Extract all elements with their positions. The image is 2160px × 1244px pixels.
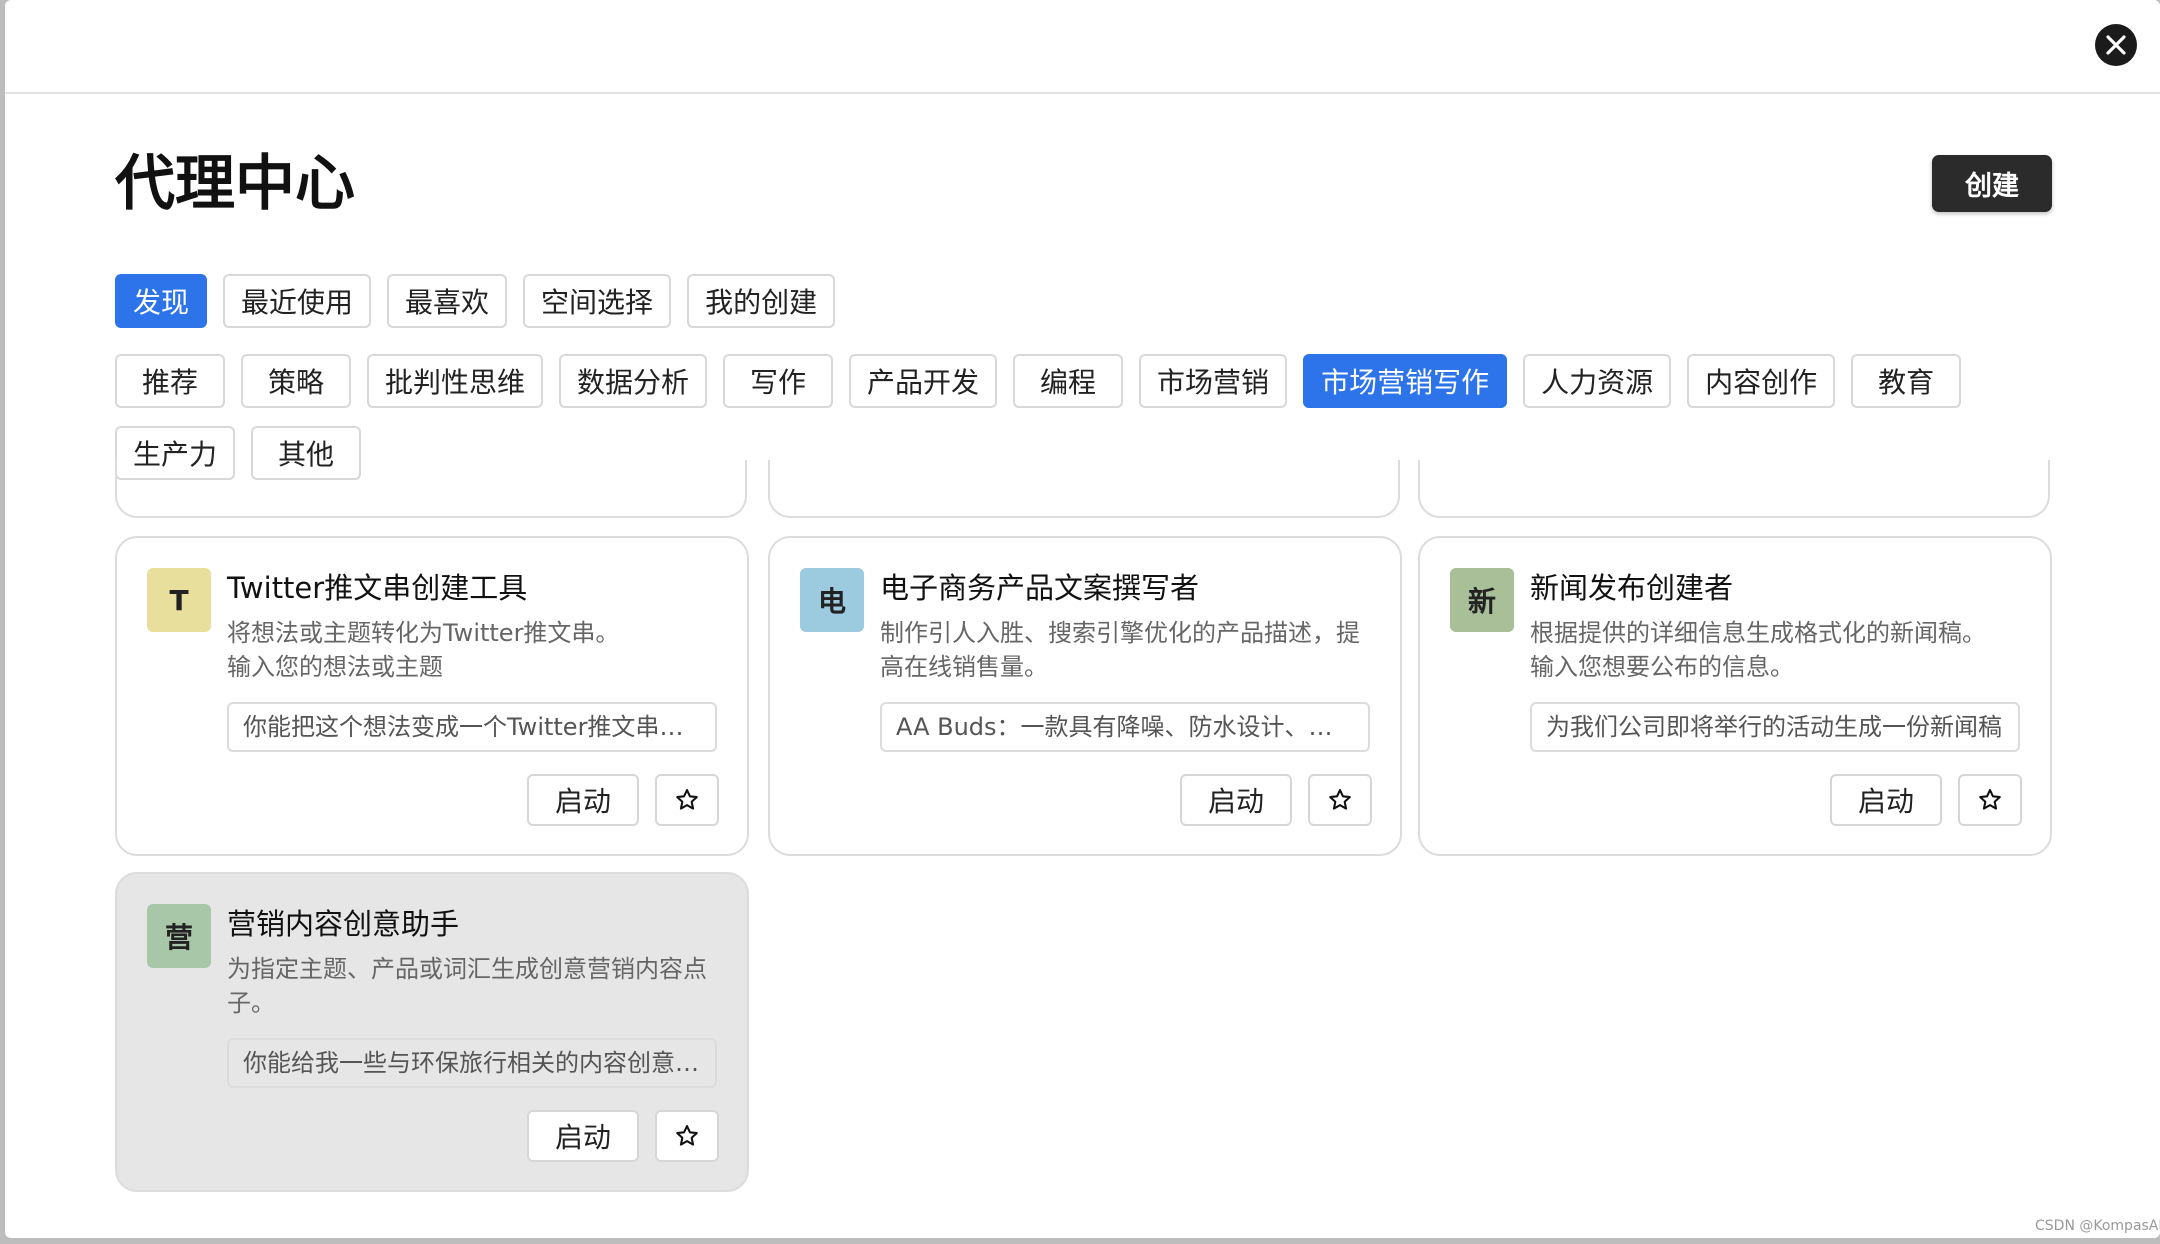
tab-2[interactable]: 最喜欢 <box>387 274 508 328</box>
agent-description-line: 制作引人入胜、搜索引擎优化的产品描述，提高在线销售量。 <box>880 619 1360 681</box>
agent-description: 根据提供的详细信息生成格式化的新闻稿。 输入您想要公布的信息。 <box>1530 616 2020 684</box>
agent-description-line: 根据提供的详细信息生成格式化的新闻稿。 <box>1530 619 1986 647</box>
category-chip-1[interactable]: 策略 <box>241 354 351 408</box>
close-icon <box>2106 35 2126 55</box>
example-prompt[interactable]: AA Buds：一款具有降噪、防水设计、高音质的无线耳机 <box>880 702 1370 752</box>
launch-button[interactable]: 启动 <box>527 1110 639 1162</box>
tab-1[interactable]: 最近使用 <box>223 274 372 328</box>
favorite-button[interactable] <box>1308 774 1372 826</box>
star-outline-icon <box>676 1125 698 1146</box>
star-outline-icon <box>1979 789 2001 810</box>
tab-0[interactable]: 发现 <box>115 274 208 328</box>
agent-avatar: T <box>147 568 211 632</box>
star-outline-icon <box>1329 789 1351 810</box>
previous-card-bottom-edge <box>115 460 747 518</box>
agent-card[interactable]: 电 电子商务产品文案撰写者 制作引人入胜、搜索引擎优化的产品描述，提高在线销售量… <box>768 536 1402 856</box>
agent-description: 将想法或主题转化为Twitter推文串。 输入您的想法或主题 <box>227 616 717 684</box>
agent-description-line: 为指定主题、产品或词汇生成创意营销内容点子。 <box>227 955 707 1017</box>
agent-title: Twitter推文串创建工具 <box>227 571 528 605</box>
category-chip-10[interactable]: 内容创作 <box>1687 354 1836 408</box>
tab-3[interactable]: 空间选择 <box>523 274 672 328</box>
create-button[interactable]: 创建 <box>1932 155 2052 212</box>
favorite-button[interactable] <box>655 1110 719 1162</box>
example-prompt[interactable]: 你能给我一些与环保旅行相关的内容创意吗？ <box>227 1038 717 1088</box>
agent-title: 新闻发布创建者 <box>1530 571 1734 605</box>
category-chip-8[interactable]: 市场营销写作 <box>1303 354 1508 408</box>
agent-card[interactable]: 新 新闻发布创建者 根据提供的详细信息生成格式化的新闻稿。 输入您想要公布的信息。… <box>1418 536 2052 856</box>
launch-button[interactable]: 启动 <box>527 774 639 826</box>
agent-avatar: 电 <box>800 568 864 632</box>
favorite-button[interactable] <box>655 774 719 826</box>
watermark: CSDN @KompasAI <box>2035 1218 2160 1234</box>
example-prompt[interactable]: 你能把这个想法变成一个Twitter推文串吗： <box>227 702 717 752</box>
agent-description-line: 将想法或主题转化为Twitter推文串。 <box>227 619 620 647</box>
favorite-button[interactable] <box>1958 774 2022 826</box>
close-button[interactable] <box>2095 24 2137 66</box>
launch-button[interactable]: 启动 <box>1180 774 1292 826</box>
tab-4[interactable]: 我的创建 <box>687 274 836 328</box>
page-title: 代理中心 <box>115 149 355 219</box>
agent-description-line: 输入您想要公布的信息。 <box>1530 653 1794 681</box>
agent-description: 制作引人入胜、搜索引擎优化的产品描述，提高在线销售量。 <box>880 616 1370 684</box>
agent-avatar: 营 <box>147 904 211 968</box>
modal-header-bar <box>5 0 2160 94</box>
agent-title: 营销内容创意助手 <box>227 907 460 941</box>
category-chip-6[interactable]: 编程 <box>1013 354 1124 408</box>
tab-bar: 发现 最近使用 最喜欢 空间选择 我的创建 <box>115 274 851 344</box>
agent-card[interactable]: 营 营销内容创意助手 为指定主题、产品或词汇生成创意营销内容点子。 你能给我一些… <box>115 872 749 1192</box>
agent-avatar: 新 <box>1450 568 1514 632</box>
agent-card[interactable]: T Twitter推文串创建工具 将想法或主题转化为Twitter推文串。 输入您… <box>115 536 749 856</box>
category-chip-7[interactable]: 市场营销 <box>1139 354 1288 408</box>
launch-button[interactable]: 启动 <box>1830 774 1942 826</box>
agent-description-line: 输入您的想法或主题 <box>227 653 443 681</box>
agent-description: 为指定主题、产品或词汇生成创意营销内容点子。 <box>227 952 717 1020</box>
star-outline-icon <box>676 789 698 810</box>
example-prompt[interactable]: 为我们公司即将举行的活动生成一份新闻稿 <box>1530 702 2020 752</box>
category-chip-5[interactable]: 产品开发 <box>849 354 998 408</box>
category-chip-11[interactable]: 教育 <box>1851 354 1962 408</box>
agent-title: 电子商务产品文案撰写者 <box>880 571 1200 605</box>
category-chip-4[interactable]: 写作 <box>723 354 834 408</box>
category-chip-9[interactable]: 人力资源 <box>1523 354 1672 408</box>
previous-card-bottom-edge <box>1418 460 2050 518</box>
category-chip-0[interactable]: 推荐 <box>115 354 225 408</box>
category-chip-3[interactable]: 数据分析 <box>559 354 708 408</box>
agent-center-modal: 代理中心 创建 发现 最近使用 最喜欢 空间选择 我的创建 推荐 策略 批判性思维 数据分析写… <box>5 0 2160 1238</box>
previous-card-bottom-edge <box>768 460 1400 518</box>
category-chip-2[interactable]: 批判性思维 <box>367 354 544 408</box>
